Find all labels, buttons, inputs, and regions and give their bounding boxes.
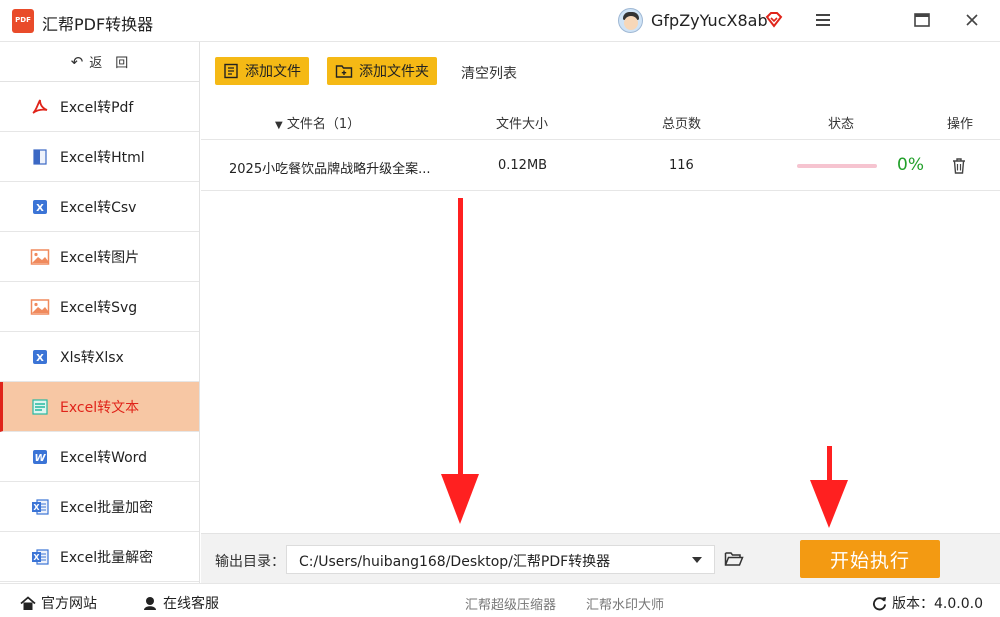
clear-list-button[interactable]: 清空列表 bbox=[461, 63, 517, 83]
add-folder-button[interactable]: 添加文件夹 bbox=[327, 57, 437, 85]
pages-column-header: 总页数 bbox=[662, 117, 702, 132]
text-file-icon bbox=[30, 397, 50, 417]
svg-text:X: X bbox=[36, 353, 44, 364]
sidebar-item-label: Excel转Csv bbox=[60, 199, 137, 216]
app-logo-icon: PDF bbox=[12, 9, 34, 33]
dropdown-caret-icon bbox=[692, 557, 702, 563]
excel-x-icon: X bbox=[30, 197, 50, 217]
output-dir-label: 输出目录： bbox=[215, 554, 285, 570]
red-arrow-down-icon bbox=[441, 198, 479, 524]
back-arrow-icon: ↶ bbox=[70, 52, 84, 71]
image-icon bbox=[30, 247, 50, 267]
sidebar-item[interactable]: Excel转Html bbox=[0, 132, 199, 182]
sidebar-item-label: Excel转图片 bbox=[60, 249, 140, 266]
sidebar-item-label: Excel转文本 bbox=[60, 399, 140, 416]
trash-icon[interactable] bbox=[951, 157, 967, 175]
file-list-icon bbox=[224, 63, 238, 79]
sidebar-item-label: Excel批量解密 bbox=[60, 549, 154, 566]
pdf-icon bbox=[30, 97, 50, 117]
sidebar-item[interactable]: W Excel转Word bbox=[0, 432, 199, 482]
table-row[interactable]: 2025小吃餐饮品牌战略升级全案... 0.12MB 116 0% bbox=[201, 141, 1000, 191]
app-title: 汇帮PDF转换器 bbox=[42, 15, 154, 34]
add-file-button[interactable]: 添加文件 bbox=[215, 57, 309, 85]
output-dir-select[interactable]: C:/Users/huibang168/Desktop/汇帮PDF转换器 bbox=[286, 545, 715, 574]
open-folder-icon[interactable] bbox=[724, 550, 744, 568]
sidebar-item[interactable]: Excel转文本 bbox=[0, 382, 199, 432]
excel-doc-icon: X bbox=[30, 547, 50, 567]
home-icon bbox=[20, 595, 36, 610]
version-info[interactable]: 版本：4.0.0.0 bbox=[872, 593, 983, 613]
progress-bar bbox=[797, 164, 877, 168]
compressor-link[interactable]: 汇帮超级压缩器 bbox=[465, 594, 556, 613]
table-header: ▼ 文件名（1） 文件大小 总页数 状态 操作 bbox=[201, 100, 1000, 140]
footer: 官方网站 在线客服 汇帮超级压缩器 汇帮水印大师 版本：4.0.0.0 bbox=[0, 583, 1000, 617]
action-column-header: 操作 bbox=[947, 117, 974, 132]
back-button[interactable]: ↶ 返 回 bbox=[0, 42, 199, 82]
vip-diamond-icon[interactable] bbox=[765, 11, 783, 29]
sidebar-item[interactable]: X Xls转Xlsx bbox=[0, 332, 199, 382]
username[interactable]: GfpZyYucX8ab bbox=[651, 11, 768, 30]
page-count-cell: 116 bbox=[669, 158, 694, 173]
close-icon[interactable] bbox=[962, 10, 982, 30]
sidebar-item[interactable]: X Excel转Csv bbox=[0, 182, 199, 232]
folder-add-icon bbox=[335, 65, 353, 78]
sidebar-item-label: Excel转Html bbox=[60, 149, 145, 166]
sidebar-item-label: Excel批量加密 bbox=[60, 499, 154, 516]
filename-column-header[interactable]: ▼ 文件名（1） bbox=[275, 113, 360, 132]
toolbar: 添加文件 添加文件夹 清空列表 bbox=[201, 42, 1000, 100]
online-service-link[interactable]: 在线客服 bbox=[142, 593, 219, 613]
sidebar-item[interactable]: X Excel批量解密 bbox=[0, 532, 199, 582]
file-name-cell: 2025小吃餐饮品牌战略升级全案... bbox=[229, 162, 431, 177]
word-icon: W bbox=[30, 447, 50, 467]
sidebar-item-label: Xls转Xlsx bbox=[60, 349, 124, 366]
red-arrow-down-icon bbox=[810, 446, 848, 528]
svg-text:X: X bbox=[33, 553, 40, 562]
progress-percent: 0% bbox=[897, 155, 924, 175]
customer-service-icon bbox=[144, 597, 156, 610]
status-column-header: 状态 bbox=[828, 117, 855, 132]
excel-doc-icon: X bbox=[30, 497, 50, 517]
watermark-link[interactable]: 汇帮水印大师 bbox=[586, 594, 664, 613]
start-button[interactable]: 开始执行 bbox=[800, 540, 940, 578]
svg-text:X: X bbox=[36, 203, 44, 214]
sidebar-item[interactable]: X Excel批量加密 bbox=[0, 482, 199, 532]
sidebar-item[interactable]: Excel转图片 bbox=[0, 232, 199, 282]
sidebar-item[interactable]: Excel转Svg bbox=[0, 282, 199, 332]
excel-x-icon: X bbox=[30, 347, 50, 367]
user-avatar[interactable] bbox=[618, 8, 643, 33]
menu-icon[interactable] bbox=[813, 10, 833, 30]
sidebar-item[interactable]: Excel转Pdf bbox=[0, 82, 199, 132]
sidebar: ↶ 返 回 Excel转Pdf Excel转Html X Excel转Csv Excel… bbox=[0, 42, 200, 583]
image-icon bbox=[30, 297, 50, 317]
refresh-icon bbox=[873, 596, 887, 610]
official-website-link[interactable]: 官方网站 bbox=[20, 593, 97, 613]
sort-down-icon: ▼ bbox=[275, 120, 283, 131]
title-bar: PDF 汇帮PDF转换器 GfpZyYucX8ab bbox=[0, 0, 1000, 42]
maximize-icon[interactable] bbox=[912, 10, 932, 30]
sidebar-item-label: Excel转Pdf bbox=[60, 99, 134, 116]
sidebar-item-label: Excel转Word bbox=[60, 449, 148, 466]
sidebar-item-label: Excel转Svg bbox=[60, 299, 138, 316]
svg-text:X: X bbox=[33, 503, 40, 512]
html-file-icon bbox=[30, 147, 50, 167]
size-column-header: 文件大小 bbox=[496, 117, 549, 132]
output-bar: 输出目录： C:/Users/huibang168/Desktop/汇帮PDF转… bbox=[201, 533, 1000, 583]
file-size-cell: 0.12MB bbox=[498, 158, 548, 173]
svg-text:W: W bbox=[34, 453, 46, 464]
